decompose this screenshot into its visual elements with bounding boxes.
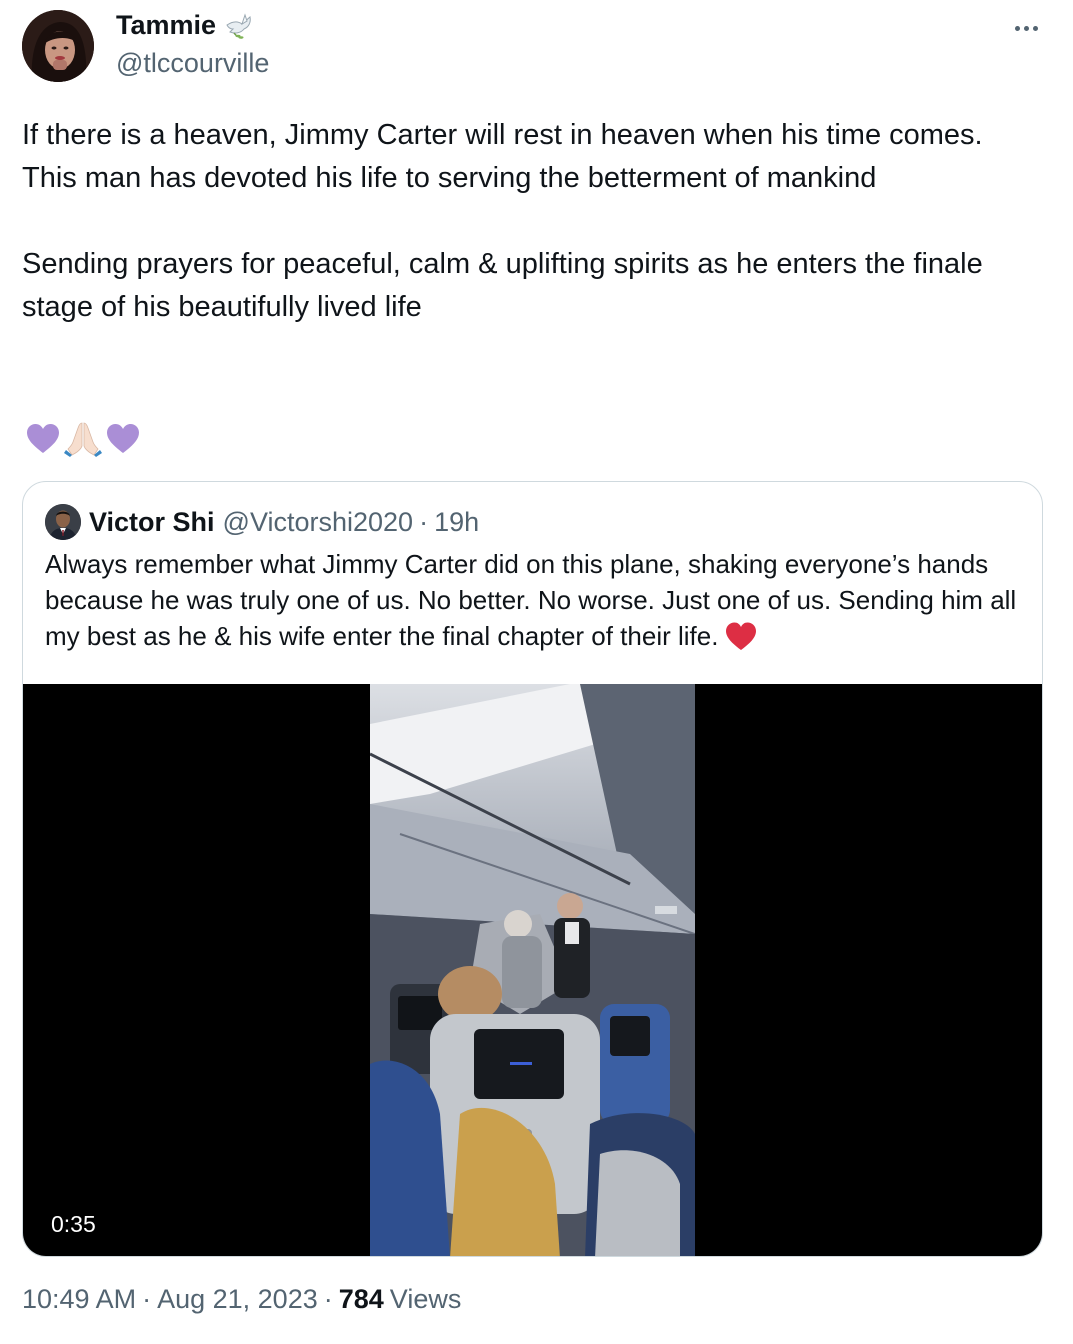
views-label: Views [389, 1284, 462, 1314]
quote-text: Always remember what Jimmy Carter did on… [45, 546, 1030, 654]
purple-heart-icon [27, 424, 59, 453]
more-options-button[interactable] [1009, 14, 1043, 42]
tweet-paragraph: If there is a heaven, Jimmy Carter will … [22, 119, 991, 194]
tweet-text: If there is a heaven, Jimmy Carter will … [22, 114, 1042, 329]
video-duration: 0:35 [39, 1206, 108, 1242]
airplane-cabin-video-thumbnail [370, 684, 695, 1256]
separator: · [419, 506, 429, 537]
tweet-metadata: 10:49 AM · Aug 21, 2023 · 784 Views [22, 1284, 461, 1315]
quote-author-handle[interactable]: @Victorshi2020 [223, 507, 414, 538]
purple-heart-icon [107, 424, 139, 453]
more-dot-icon [1023, 25, 1029, 31]
quote-timestamp[interactable]: 19h [434, 507, 479, 538]
separator: · [323, 1284, 333, 1314]
author-avatar-image [22, 10, 94, 82]
tweet-time[interactable]: 10:49 AM [22, 1284, 136, 1315]
more-dot-icon [1032, 25, 1038, 31]
quote-header: Victor Shi @Victorshi2020 · 19h [45, 502, 479, 542]
author-handle[interactable]: @tlccourville [116, 48, 269, 79]
author-name-text: Tammie [116, 10, 217, 40]
quote-author-name[interactable]: Victor Shi [89, 507, 215, 538]
video-frame[interactable] [370, 684, 695, 1256]
tweet-paragraph: Sending prayers for peaceful, calm & upl… [22, 248, 991, 323]
tweet-date[interactable]: Aug 21, 2023 [157, 1284, 318, 1315]
quote-avatar-image [45, 504, 81, 540]
author-avatar[interactable] [22, 10, 94, 82]
more-dot-icon [1014, 25, 1020, 31]
red-heart-icon [726, 622, 757, 650]
views-count: 784 [338, 1284, 384, 1314]
folded-hands-icon [64, 422, 102, 457]
dove-icon [226, 12, 251, 39]
separator: · [142, 1284, 152, 1314]
quote-tweet-card[interactable]: Victor Shi @Victorshi2020 · 19h Always r… [22, 481, 1043, 1257]
quote-author-avatar[interactable] [45, 504, 81, 540]
video-player[interactable]: 0:35 [23, 684, 1042, 1256]
quote-text-body: Always remember what Jimmy Carter did on… [45, 549, 1017, 651]
author-display-name[interactable]: Tammie [116, 10, 254, 41]
emoji-row [24, 420, 142, 458]
